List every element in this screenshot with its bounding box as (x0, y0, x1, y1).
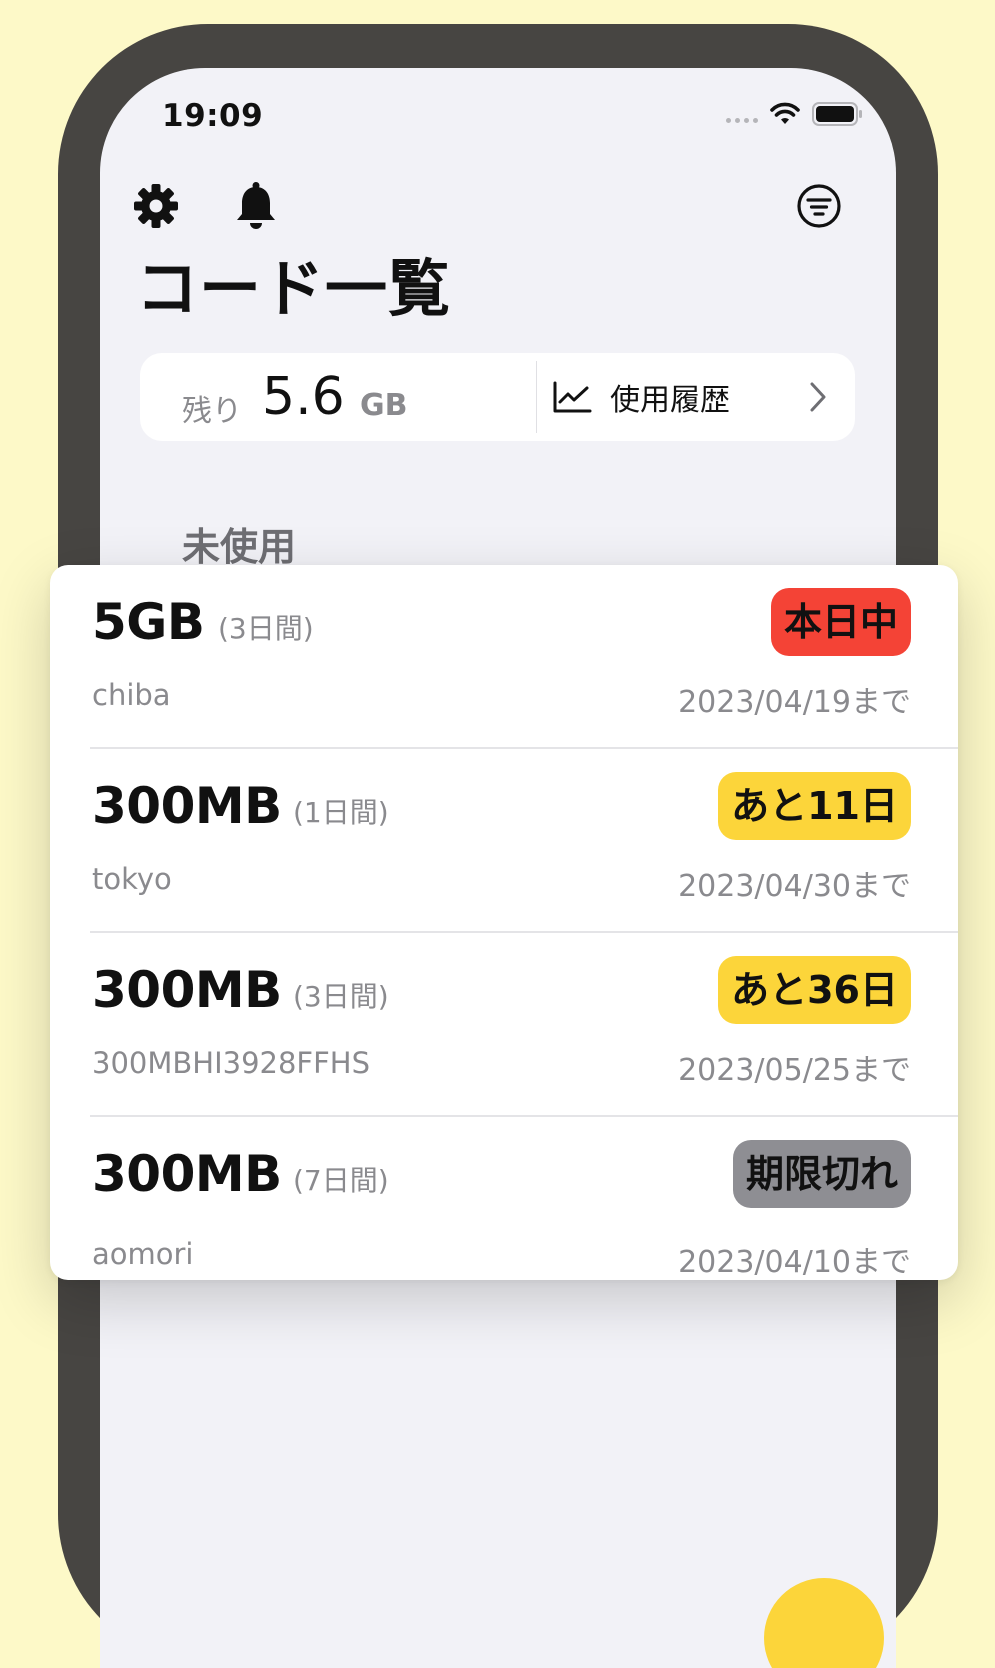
code-size: 5GB (92, 593, 205, 651)
code-name: aomori (92, 1237, 194, 1271)
code-duration: (1日間) (293, 796, 389, 829)
code-expiry: 2023/04/10まで (678, 1245, 911, 1280)
line-chart-icon (553, 381, 592, 413)
code-duration: (3日間) (218, 612, 314, 645)
remaining-unit: GB (360, 388, 408, 423)
code-size: 300MB (92, 777, 282, 835)
code-name: chiba (92, 678, 171, 712)
code-list: 5GB (3日間) chiba 本日中 2023/04/19まで 300MB (… (50, 565, 958, 1280)
code-row[interactable]: 5GB (3日間) chiba 本日中 2023/04/19まで (50, 565, 958, 749)
status-badge: あと11日 (718, 772, 911, 840)
battery-icon (812, 102, 862, 126)
code-duration: (3日間) (293, 980, 389, 1013)
cellular-signal-icon (726, 117, 758, 123)
gear-icon[interactable] (132, 182, 180, 230)
code-row[interactable]: 300MB (3日間) 300MBHI3928FFHS あと36日 2023/0… (50, 933, 958, 1117)
code-name: tokyo (92, 862, 172, 896)
status-badge: 本日中 (770, 588, 911, 656)
wifi-icon (770, 102, 800, 124)
status-badge: 期限切れ (732, 1140, 911, 1208)
bell-icon[interactable] (232, 180, 280, 232)
section-header-unused: 未使用 (182, 525, 297, 569)
page-title: コード一覧 (136, 252, 452, 325)
usage-history-button[interactable]: 使用履歴 (552, 353, 842, 441)
code-expiry: 2023/04/30まで (678, 869, 911, 904)
chevron-right-icon (810, 382, 826, 412)
code-name: 300MBHI3928FFHS (92, 1046, 371, 1080)
code-duration: (7日間) (293, 1164, 389, 1197)
remaining-value: 5.6 (262, 367, 345, 427)
card-divider (536, 361, 537, 433)
status-time: 19:09 (162, 98, 264, 134)
code-row[interactable]: 300MB (7日間) aomori 期限切れ 2023/04/10まで (50, 1117, 958, 1301)
status-badge: あと36日 (718, 956, 911, 1024)
remaining-label: 残り (182, 394, 242, 429)
filter-circle-icon[interactable] (795, 182, 843, 230)
code-expiry: 2023/04/19まで (678, 685, 911, 720)
code-expiry: 2023/05/25まで (678, 1053, 911, 1088)
add-code-button[interactable] (764, 1578, 884, 1668)
code-size: 300MB (92, 961, 282, 1019)
code-row[interactable]: 300MB (1日間) tokyo あと11日 2023/04/30まで (50, 749, 958, 933)
code-size: 300MB (92, 1145, 282, 1203)
status-icons (726, 102, 864, 126)
remaining-data-card: 残り 5.6 GB 使用履歴 (140, 353, 855, 441)
usage-history-label: 使用履歴 (610, 383, 730, 418)
